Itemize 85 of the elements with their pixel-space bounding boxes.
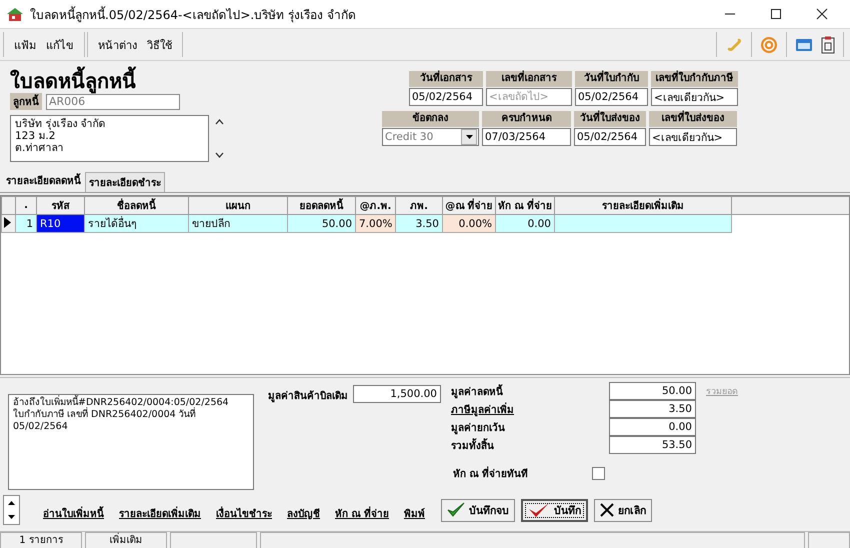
close-icon[interactable] xyxy=(816,8,828,20)
input-field[interactable]: 05/02/2564 xyxy=(574,128,646,146)
action-link[interactable]: เงื่อนไขชำระ xyxy=(216,506,272,520)
column-header[interactable]: หัก ณ ที่จ่าย xyxy=(496,196,554,214)
action-link[interactable]: อ่านใบเพิ่มหนี้ xyxy=(43,506,104,520)
table-cell: ขายปลีก xyxy=(188,214,288,232)
status-panel: เพิ่มเติม xyxy=(85,532,167,548)
column-header[interactable]: ชื่อลดหนี้ xyxy=(84,196,188,214)
menu-item[interactable]: แฟ้ม xyxy=(14,36,36,54)
window-title: ใบลดหนี้ลูกหนี้.05/02/2564-<เลขถัดไป>.บริษัท รุ่งเรือง จำกัด xyxy=(30,5,356,24)
column-header[interactable]: @ภ.พ. xyxy=(356,196,396,214)
calendar-icon[interactable] xyxy=(795,38,813,52)
total-field[interactable]: 53.50 xyxy=(609,436,696,454)
address-field[interactable]: บริษัท รุ่งเรือง จำกัด 123 ม.2 ต.ท่าศาลา xyxy=(10,115,209,162)
row-pointer-icon xyxy=(4,216,11,228)
total-label: มูลค่าลดหนี้ xyxy=(451,384,609,398)
dropdown[interactable]: Credit 30 xyxy=(382,128,479,146)
bill-label: มูลค่าสินค้าบิลเดิม xyxy=(268,389,348,403)
table-cell: 1 xyxy=(16,214,36,232)
menu-item[interactable]: วิธีใช้ xyxy=(147,36,172,54)
menu-item[interactable]: หน้าต่าง xyxy=(98,36,137,54)
action-link[interactable]: รายละเอียดเพิ่มเติม xyxy=(119,506,201,520)
input-field[interactable]: <เลขเดียวกัน> xyxy=(651,88,738,106)
action-link[interactable]: หัก ณ ที่จ่าย xyxy=(335,506,389,520)
up-arrow-icon xyxy=(8,501,15,505)
maximize-icon[interactable] xyxy=(770,8,782,20)
scroll-down-icon[interactable] xyxy=(215,152,224,158)
check-icon xyxy=(446,502,465,518)
checkbox-label: หัก ณ ที่จ่ายทันที xyxy=(453,466,528,481)
table-cell: 7.00% xyxy=(356,214,396,232)
table-cell: 3.50 xyxy=(396,214,442,232)
total-field[interactable]: 50.00 xyxy=(609,382,696,400)
debtor-label: ลูกหนี้ xyxy=(10,93,42,110)
total-field[interactable]: 0.00 xyxy=(609,418,696,436)
menu-item[interactable]: แก้ไข xyxy=(46,36,74,54)
table-cell: 0.00 xyxy=(496,214,554,232)
field-label: ข้อตกลง xyxy=(382,111,479,127)
save-button[interactable]: บันทึก xyxy=(520,498,588,522)
field-label: วันที่เอกสาร xyxy=(409,71,483,87)
down-arrow-icon xyxy=(8,515,15,519)
input-field[interactable]: 05/02/2564 xyxy=(409,88,483,106)
cancel-button[interactable]: ยกเลิก xyxy=(594,498,652,522)
tab[interactable]: รายละเอียดชำระ xyxy=(85,172,165,192)
table-cell: R10 xyxy=(36,214,84,232)
field-label: เลขที่ใบส่งของ xyxy=(649,111,737,127)
table-cell: รายได้อื่นๆ xyxy=(84,214,188,232)
total-label: รวมทั้งสิ้น xyxy=(451,438,609,452)
clipboard-icon[interactable] xyxy=(821,36,835,54)
app-icon xyxy=(6,6,24,22)
save-button[interactable]: บันทึกจบ xyxy=(440,498,515,522)
vat-link[interactable]: ภาษีมูลค่าเพิ่ม xyxy=(451,402,609,416)
form-title: ใบลดหนี้ลูกหนี้ xyxy=(10,65,382,93)
scroll-up-icon[interactable] xyxy=(215,119,224,125)
status-panel: 1 รายการ xyxy=(0,532,82,548)
action-link[interactable]: พิมพ์ xyxy=(404,506,425,520)
field-label: วันที่ใบกำกับ xyxy=(575,71,648,87)
column-header[interactable]: แผนก xyxy=(188,196,288,214)
bill-value-field[interactable]: 1,500.00 xyxy=(353,385,441,403)
total-label: มูลค่ายกเว้น xyxy=(451,421,506,434)
checkbox[interactable] xyxy=(592,467,605,480)
debtor-field[interactable]: AR006 xyxy=(46,94,180,110)
input-field[interactable]: <เลขถัดไป> xyxy=(486,88,572,106)
note-field[interactable]: อ้างถึงใบเพิ่มหนี้#DNR256402/0004:05/02/2564 ใบกำกับภาษี เลขที่ DNR256402/0004 วันที่ 05/02/2564 xyxy=(8,394,254,490)
status-panel xyxy=(808,532,850,548)
column-header[interactable]: ยอดลดหนี้ xyxy=(288,196,356,214)
spin-button[interactable] xyxy=(3,495,20,525)
table-cell: 50.00 xyxy=(288,214,356,232)
field-label: ครบกำหนด xyxy=(482,111,571,127)
action-link[interactable]: ลงบัญชี xyxy=(287,506,320,520)
column-header[interactable]: รายละเอียดเพิ่มเติม xyxy=(554,196,732,214)
column-header[interactable]: @ณ ที่จ่าย xyxy=(442,196,496,214)
input-field[interactable]: 05/02/2564 xyxy=(575,88,648,106)
input-field[interactable]: 07/03/2564 xyxy=(482,128,571,146)
field-label: วันที่ใบส่งของ xyxy=(574,111,646,127)
field-label: เลขที่ใบกำกับภาษี xyxy=(651,71,738,87)
column-header[interactable]: ภพ. xyxy=(396,196,442,214)
total-field[interactable]: 3.50 xyxy=(609,400,696,418)
input-field[interactable]: <เลขเดียวกัน> xyxy=(649,128,737,146)
check-icon xyxy=(528,502,550,518)
column-header[interactable]: . xyxy=(16,196,36,214)
field-label: เลขที่เอกสาร xyxy=(486,71,572,87)
column-header[interactable]: รหัส xyxy=(36,196,84,214)
cancel-icon xyxy=(600,503,614,517)
caret-icon xyxy=(466,135,472,139)
table-cell: 0.00% xyxy=(442,214,496,232)
